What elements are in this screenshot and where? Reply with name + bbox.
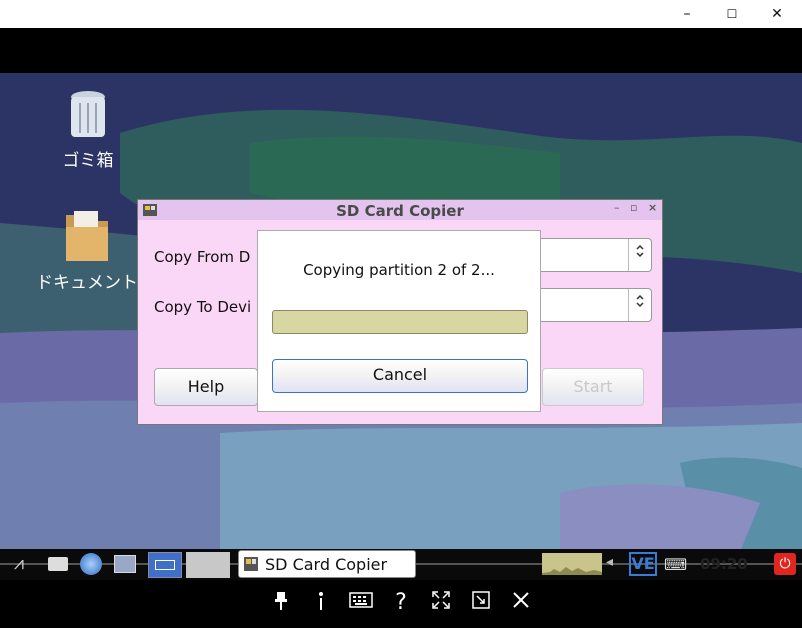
- disconnect-icon[interactable]: [506, 590, 536, 617]
- desktop-icon-label: ゴミ箱: [62, 151, 114, 171]
- copy-to-device-select[interactable]: [536, 288, 652, 322]
- clock: 09:20: [700, 555, 748, 573]
- desktop-pager-icon[interactable]: [148, 552, 182, 578]
- close-window-button[interactable]: ✕: [762, 4, 792, 24]
- remote-screen[interactable]: ゴミ箱 ドキュメント SD Card Copier – ▫ × Copy Fro…: [0, 28, 802, 580]
- info-icon[interactable]: [306, 590, 336, 619]
- copy-from-device-select[interactable]: [536, 238, 652, 272]
- maximize-window-button[interactable]: ☐: [717, 4, 747, 24]
- documents-folder-icon: [66, 211, 108, 261]
- chevron-updown-icon[interactable]: [628, 289, 651, 321]
- desktop-icon-trash[interactable]: ゴミ箱: [52, 89, 124, 171]
- volume-icon[interactable]: ◂: [606, 554, 613, 570]
- copy-to-label: Copy To Devi: [154, 298, 252, 316]
- progress-dialog: Copying partition 2 of 2... Cancel: [257, 230, 541, 412]
- taskbar-task-sd-card-copier[interactable]: SD Card Copier: [238, 550, 416, 578]
- scale-to-fit-icon[interactable]: [466, 590, 496, 617]
- cancel-button[interactable]: Cancel: [272, 359, 528, 393]
- dialog-title: SD Card Copier: [336, 202, 464, 220]
- taskbar: ⩘ SD Card Copier ◂ VE ⌨ 09:20 ⏻: [0, 549, 802, 580]
- copy-from-label: Copy From D: [154, 248, 251, 266]
- start-button[interactable]: Start: [542, 368, 644, 406]
- minimize-window-button[interactable]: –: [672, 4, 702, 24]
- task-label: SD Card Copier: [265, 555, 388, 574]
- window-titlebar: – ☐ ✕: [0, 0, 802, 28]
- progress-bar: [272, 310, 528, 334]
- keyboard-icon[interactable]: ⌨: [664, 555, 687, 574]
- chevron-updown-icon[interactable]: [628, 239, 651, 271]
- trash-icon: [71, 91, 105, 137]
- progress-message: Copying partition 2 of 2...: [303, 261, 495, 279]
- help-icon[interactable]: ?: [386, 590, 416, 616]
- help-button[interactable]: Help: [154, 368, 258, 406]
- web-browser-icon[interactable]: [80, 553, 102, 575]
- menu-launcher-icon[interactable]: ⩘: [6, 553, 32, 575]
- file-manager-icon[interactable]: [48, 557, 68, 571]
- cpu-monitor: [542, 553, 602, 575]
- keyboard-layout-indicator[interactable]: VE: [629, 552, 657, 576]
- sd-card-app-icon: [244, 557, 258, 571]
- dialog-close-button[interactable]: ×: [648, 201, 657, 214]
- viewer-toolbar: ?: [0, 580, 802, 628]
- desktop-icon-documents[interactable]: ドキュメント: [26, 205, 148, 293]
- dialog-maximize-button[interactable]: ▫: [630, 201, 637, 214]
- fullscreen-icon[interactable]: [426, 590, 456, 617]
- window-switcher-icon[interactable]: [114, 555, 136, 573]
- pin-icon[interactable]: [266, 590, 296, 619]
- dialog-minimize-button[interactable]: –: [614, 201, 620, 214]
- dialog-titlebar[interactable]: SD Card Copier – ▫ ×: [138, 200, 662, 220]
- desktop-icon-label: ドキュメント: [36, 273, 138, 293]
- power-icon[interactable]: ⏻: [774, 553, 796, 575]
- screen-icon: [155, 560, 175, 570]
- keyboard-icon[interactable]: [346, 590, 376, 616]
